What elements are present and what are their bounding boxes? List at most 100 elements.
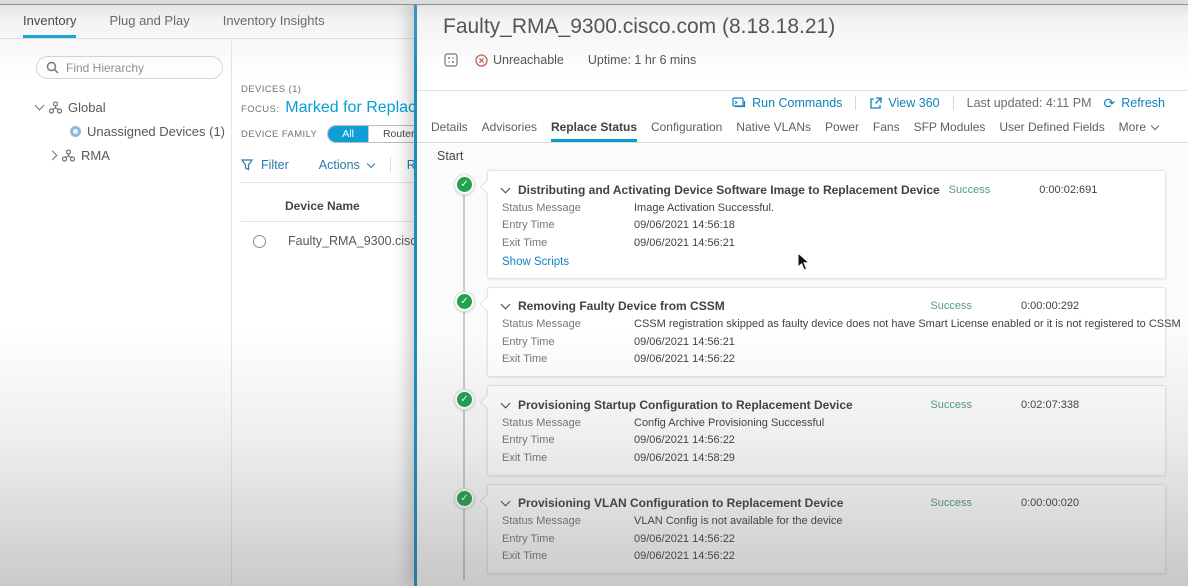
step-title[interactable]: Provisioning Startup Configuration to Re…	[518, 398, 853, 412]
divider	[855, 96, 856, 110]
step-card: Provisioning VLAN Configuration to Repla…	[487, 484, 1166, 575]
device-title: Faulty_RMA_9300.cisco.com (8.18.18.21)	[443, 15, 835, 39]
device-family-toggle: All Routers	[327, 125, 414, 143]
unreachable-icon	[475, 54, 488, 67]
step-duration: 0:00:02:691	[1039, 184, 1151, 196]
card-notch	[480, 493, 494, 507]
device-name-link[interactable]: Faulty_RMA_9300.cisco.com	[288, 234, 414, 248]
field-label: Exit Time	[502, 550, 634, 562]
tree-item-global[interactable]: Global	[28, 95, 231, 119]
hierarchy-tree: Global Unassigned Devices (1) RMA	[28, 95, 231, 167]
uptime-text: Uptime: 1 hr 6 mins	[588, 53, 696, 67]
hierarchy-sidebar: Global Unassigned Devices (1) RMA	[28, 40, 232, 586]
run-commands-button[interactable]: Run Commands	[732, 96, 842, 110]
console-icon	[732, 97, 746, 109]
tree-item-unassigned-devices[interactable]: Unassigned Devices (1)	[28, 119, 231, 143]
chevron-right-icon[interactable]	[48, 150, 58, 160]
chevron-down-icon[interactable]	[35, 101, 45, 111]
device-tag-icon	[444, 53, 458, 67]
refresh-icon: ⟳	[1103, 96, 1115, 110]
inventory-page: Inventory Plug and Play Inventory Insigh…	[0, 6, 414, 586]
tree-item-rma[interactable]: RMA	[28, 143, 231, 167]
show-scripts-link[interactable]: Show Scripts	[502, 256, 569, 268]
devices-count: DEVICES (1)	[241, 84, 414, 95]
success-check-icon: ✓	[455, 489, 474, 508]
field-label: Status Message	[502, 417, 634, 429]
card-notch	[480, 395, 494, 409]
timeline-step: ✓ Distributing and Activating Device Sof…	[487, 170, 1166, 279]
tree-item-label: Global	[68, 100, 106, 115]
divider	[953, 96, 954, 110]
tab-user-defined-fields[interactable]: User Defined Fields	[999, 120, 1104, 142]
success-check-icon: ✓	[455, 175, 474, 194]
chevron-down-icon[interactable]	[501, 300, 511, 310]
hierarchy-search[interactable]	[36, 56, 223, 79]
status-message-value: CSSM registration skipped as faulty devi…	[634, 318, 1181, 330]
filter-button[interactable]: Filter	[261, 158, 289, 172]
search-input[interactable]	[66, 61, 196, 75]
device-detail-tabs: Details Advisories Replace Status Config…	[417, 114, 1188, 143]
tab-details[interactable]: Details	[431, 120, 468, 142]
step-card: Provisioning Startup Configuration to Re…	[487, 385, 1166, 476]
tab-fans[interactable]: Fans	[873, 120, 900, 142]
step-title[interactable]: Provisioning VLAN Configuration to Repla…	[518, 496, 843, 510]
step-card: Removing Faulty Device from CSSM Success…	[487, 287, 1166, 378]
chevron-down-icon[interactable]	[501, 398, 511, 408]
tab-native-vlans[interactable]: Native VLANs	[736, 120, 811, 142]
search-icon	[46, 61, 59, 74]
status-badge: Success	[930, 300, 972, 312]
device-radio[interactable]	[253, 235, 266, 248]
entry-time-value: 09/06/2021 14:56:18	[634, 219, 735, 231]
view-360-button[interactable]: View 360	[869, 96, 939, 110]
entry-time-value: 09/06/2021 14:56:21	[634, 336, 735, 348]
timeline-start-label: Start	[437, 149, 1166, 163]
tab-inventory[interactable]: Inventory	[23, 13, 76, 38]
divider	[241, 221, 414, 222]
step-title[interactable]: Removing Faulty Device from CSSM	[518, 299, 725, 313]
replace-status-content: Start ✓ Distributing and Activating Devi…	[417, 144, 1188, 586]
chevron-down-icon[interactable]	[501, 183, 511, 193]
field-label: Status Message	[502, 202, 634, 214]
tab-advisories[interactable]: Advisories	[482, 120, 537, 142]
tab-power[interactable]: Power	[825, 120, 859, 142]
tab-replace-status[interactable]: Replace Status	[551, 120, 637, 142]
tab-more[interactable]: More	[1119, 120, 1158, 142]
entry-time-value: 09/06/2021 14:56:22	[634, 434, 735, 446]
tab-configuration[interactable]: Configuration	[651, 120, 722, 142]
step-duration: 0:02:07:338	[1021, 399, 1151, 411]
app-screen: Inventory Plug and Play Inventory Insigh…	[0, 0, 1188, 586]
external-link-icon	[869, 97, 882, 110]
divider	[417, 90, 1188, 91]
sitemap-icon	[62, 149, 75, 162]
step-duration: 0:00:00:020	[1021, 497, 1151, 509]
replace-button[interactable]: Replace	[407, 158, 414, 172]
status-message-value: VLAN Config is not available for the dev…	[634, 515, 843, 527]
status-badge: Success	[949, 184, 991, 196]
chevron-down-icon[interactable]	[501, 497, 511, 507]
divider	[390, 157, 391, 172]
main-tabs: Inventory Plug and Play Inventory Insigh…	[0, 6, 414, 39]
tab-inventory-insights[interactable]: Inventory Insights	[223, 13, 325, 38]
actions-button[interactable]: Actions	[319, 158, 360, 172]
step-duration: 0:00:00:292	[1021, 300, 1151, 312]
field-label: Status Message	[502, 515, 634, 527]
column-header-device-name[interactable]: Device Name	[285, 199, 414, 213]
focus-value[interactable]: Marked for Replacement	[285, 99, 414, 117]
panel-toolbar: Run Commands View 360 Last updated: 4:11…	[732, 92, 1165, 114]
field-label: Exit Time	[502, 353, 634, 365]
family-option-all[interactable]: All	[328, 126, 368, 142]
refresh-button[interactable]: ⟳ Refresh	[1103, 96, 1165, 110]
status-message-value: Image Activation Successful.	[634, 202, 774, 214]
field-label: Entry Time	[502, 533, 634, 545]
field-label: Entry Time	[502, 336, 634, 348]
device-family-label: DEVICE FAMILY	[241, 129, 317, 140]
last-updated-text: Last updated: 4:11 PM	[967, 96, 1092, 110]
exit-time-value: 09/06/2021 14:56:22	[634, 353, 735, 365]
family-option-routers[interactable]: Routers	[368, 126, 414, 142]
field-label: Entry Time	[502, 219, 634, 231]
tab-sfp-modules[interactable]: SFP Modules	[914, 120, 986, 142]
table-row[interactable]: Faulty_RMA_9300.cisco.com	[241, 234, 414, 248]
tab-plug-and-play[interactable]: Plug and Play	[109, 13, 189, 38]
card-notch	[480, 296, 494, 310]
step-title[interactable]: Distributing and Activating Device Softw…	[518, 183, 940, 197]
